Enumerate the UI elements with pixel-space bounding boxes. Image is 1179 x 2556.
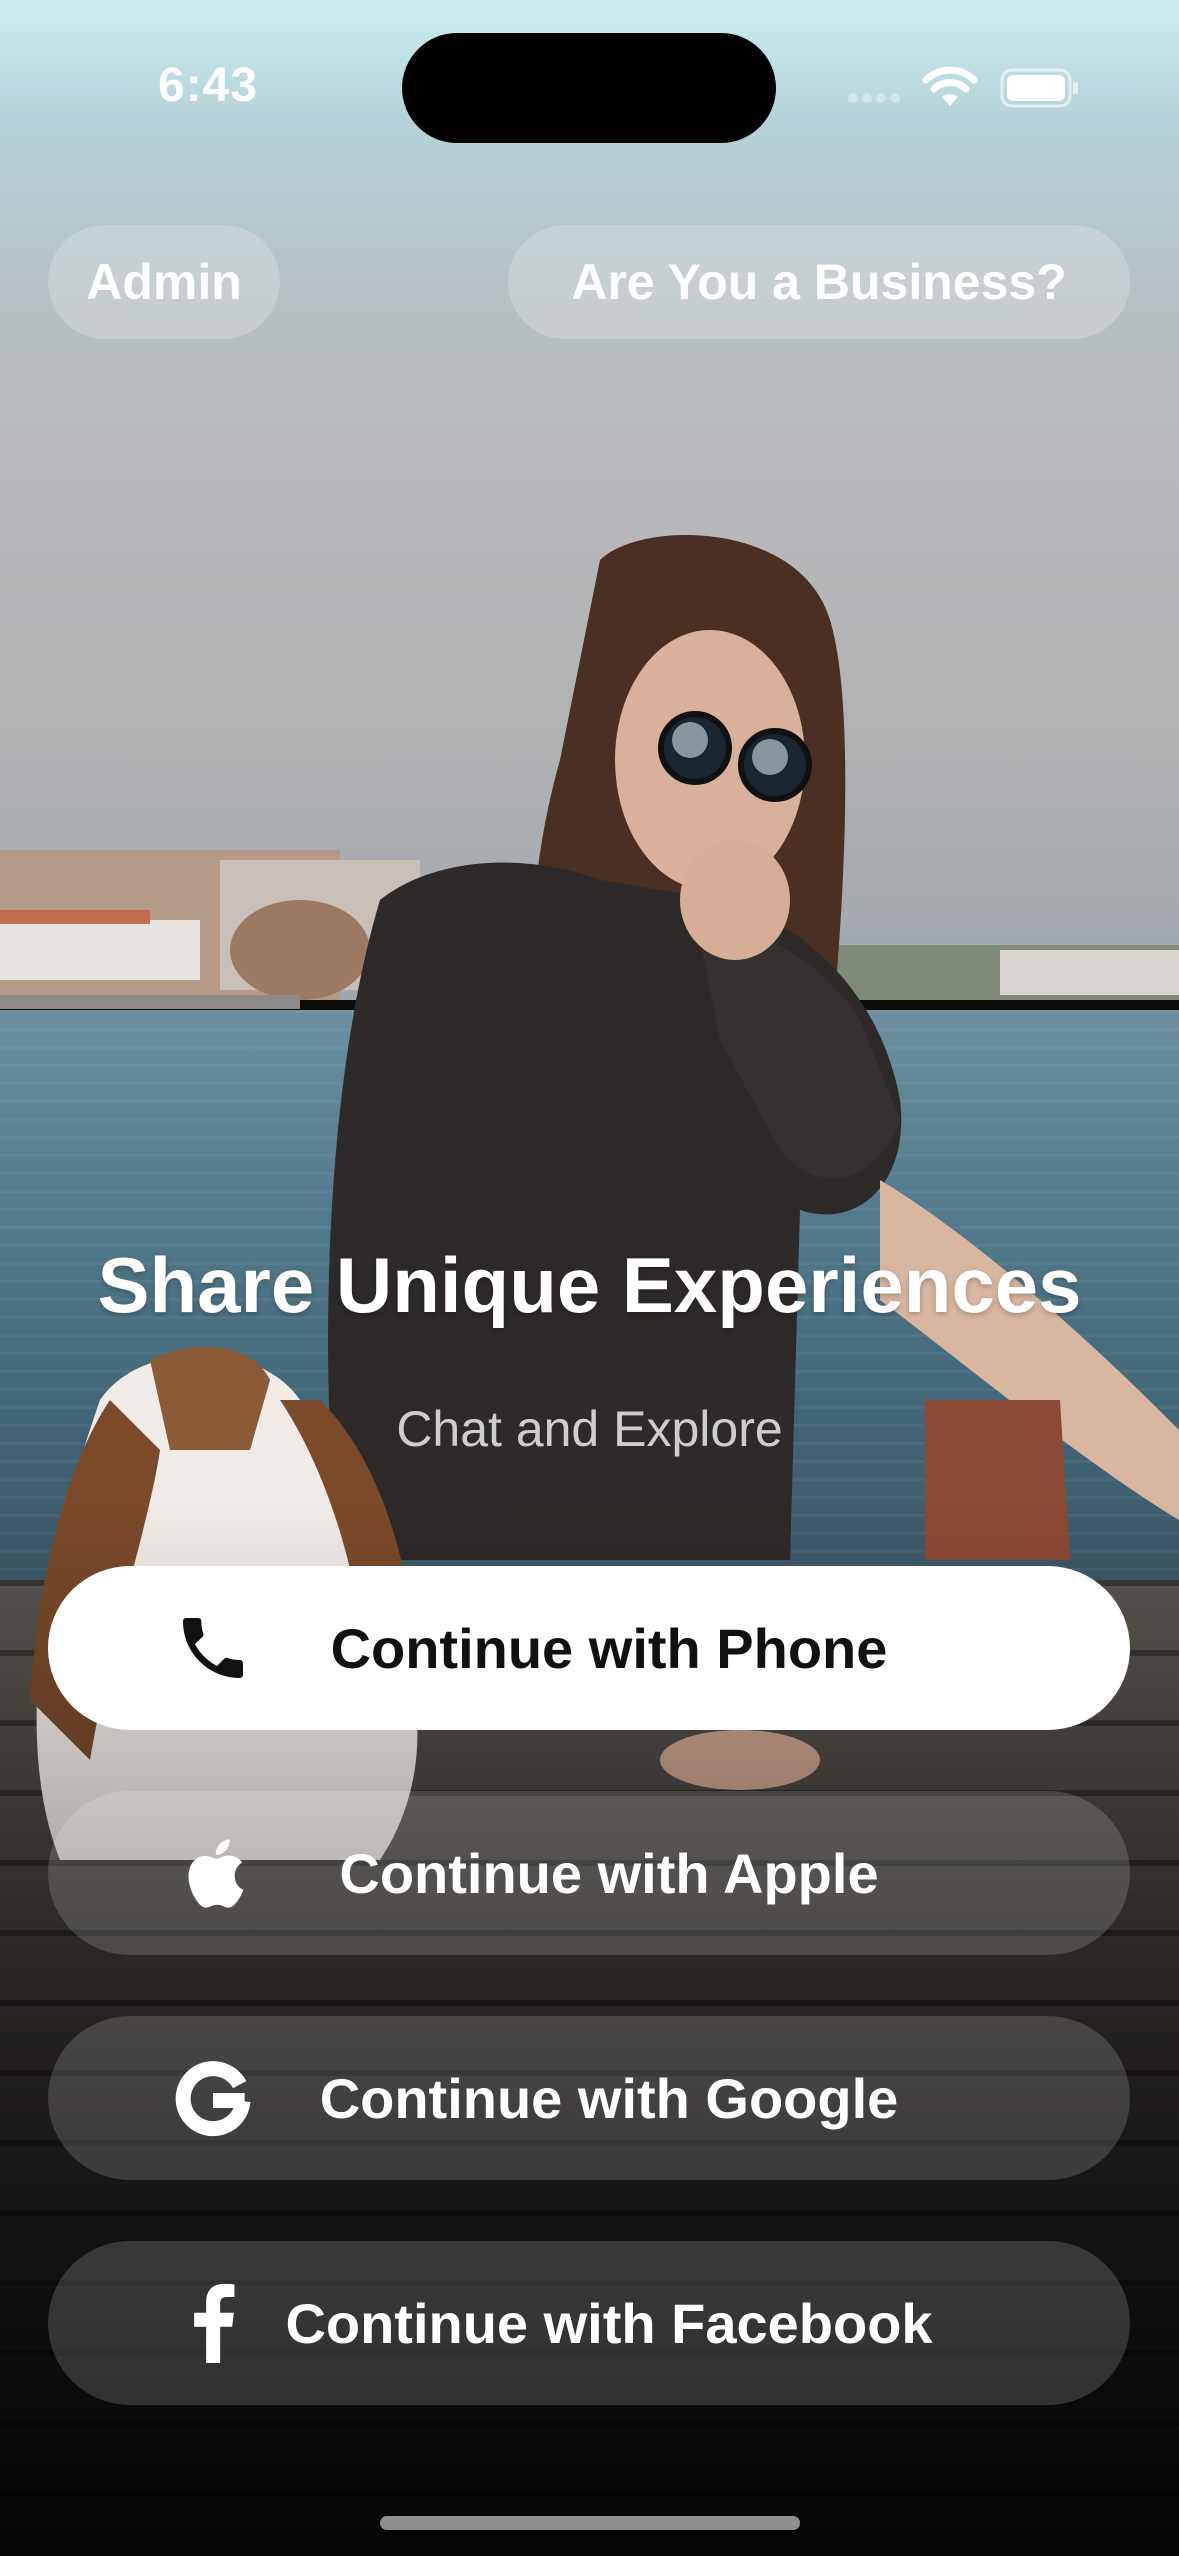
continue-with-apple-button[interactable]: Continue with Apple — [48, 1791, 1130, 1955]
cellular-signal-icon — [848, 90, 904, 108]
battery-icon — [1000, 68, 1078, 108]
facebook-icon — [168, 2278, 258, 2368]
phone-button-label: Continue with Phone — [330, 1616, 888, 1680]
phone-icon — [168, 1603, 258, 1693]
apple-icon — [168, 1828, 258, 1918]
hero-title: Share Unique Experiences — [97, 1241, 1082, 1329]
continue-with-google-button[interactable]: Continue with Google — [48, 2016, 1130, 2180]
status-time: 6:43 — [158, 59, 259, 112]
apple-button-label: Continue with Apple — [339, 1841, 879, 1905]
dynamic-island — [402, 33, 776, 143]
google-button-label: Continue with Google — [319, 2066, 899, 2130]
home-indicator[interactable] — [380, 2516, 800, 2530]
continue-with-facebook-button[interactable]: Continue with Facebook — [48, 2241, 1130, 2405]
admin-button[interactable]: Admin — [48, 225, 280, 339]
hero-subtitle: Chat and Explore — [396, 1401, 783, 1457]
wifi-icon — [922, 66, 978, 106]
admin-button-label: Admin — [86, 254, 242, 310]
google-icon — [168, 2053, 258, 2143]
business-button[interactable]: Are You a Business? — [508, 225, 1130, 339]
facebook-button-label: Continue with Facebook — [285, 2291, 933, 2355]
business-button-label: Are You a Business? — [571, 254, 1067, 310]
continue-with-phone-button[interactable]: Continue with Phone — [48, 1566, 1130, 1730]
